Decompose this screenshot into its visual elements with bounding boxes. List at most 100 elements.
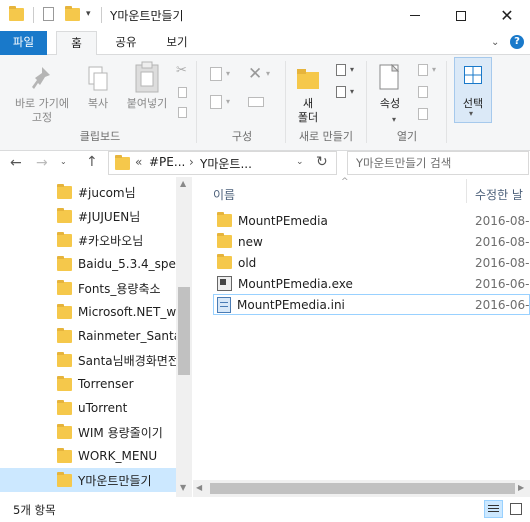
chevron-down-icon[interactable]: ⌄	[491, 37, 499, 48]
move-to-icon[interactable]	[210, 67, 222, 81]
chevron-down-icon[interactable]: ▾	[392, 115, 396, 124]
chevron-down-icon[interactable]: ▾	[266, 69, 270, 78]
file-date: 2016-08-0	[475, 255, 530, 270]
nav-item-label: Fonts_용량축소	[78, 281, 161, 296]
chevron-down-icon[interactable]: ▾	[350, 87, 354, 96]
tab-view[interactable]: 보기	[155, 31, 199, 55]
pin-button-label-2[interactable]: 고정	[2, 111, 82, 125]
nav-item[interactable]: WORK_MENU	[0, 444, 176, 468]
recent-locations-icon[interactable]: ⌄	[60, 157, 67, 166]
new-folder-label[interactable]: 새	[288, 97, 328, 111]
pin-button-label[interactable]: 바로 가기에	[2, 97, 82, 111]
properties-button-label[interactable]: 속성	[370, 97, 410, 111]
column-divider[interactable]	[466, 179, 467, 203]
copy-path-icon[interactable]	[178, 87, 187, 98]
address-bar[interactable]: « #PE... › Y마운트... ⌄ ↻	[108, 151, 337, 175]
tab-share[interactable]: 공유	[104, 31, 148, 55]
rename-icon[interactable]	[248, 97, 264, 107]
nav-item[interactable]: uTorrent	[0, 396, 176, 420]
open-icon[interactable]	[418, 64, 428, 76]
new-folder-quick-icon[interactable]	[65, 6, 80, 21]
copy-to-icon[interactable]	[210, 95, 222, 109]
delete-icon[interactable]: ✕	[248, 64, 262, 84]
nav-item[interactable]: Torrenser	[0, 372, 176, 396]
title-bar: ▾ Y마운트만들기 ✕	[0, 0, 530, 31]
search-input[interactable]: Y마운트만들기 검색	[347, 151, 529, 175]
up-icon[interactable]: ↑	[86, 154, 98, 170]
folder-icon	[217, 254, 232, 269]
nav-item-label: Baidu_5.3.4_speed	[78, 257, 176, 271]
file-row-selected[interactable]: MountPEmedia.ini 2016-06-0	[213, 294, 530, 315]
breadcrumb-separator-icon[interactable]: ›	[189, 155, 194, 169]
file-name: MountPEmedia.ini	[237, 297, 345, 312]
nav-item[interactable]: #카오바오님	[0, 228, 176, 252]
tab-home[interactable]: 홈	[56, 31, 97, 56]
folder-icon	[57, 279, 72, 295]
copy-icon	[87, 65, 109, 93]
chevron-down-icon[interactable]: ▾	[432, 65, 436, 74]
nav-item[interactable]: #jucom님	[0, 180, 176, 204]
nav-item[interactable]: Rainmeter_Santa_v	[0, 324, 176, 348]
edit-icon[interactable]	[418, 86, 428, 98]
scroll-right-icon[interactable]: ▶	[518, 483, 524, 492]
nav-item[interactable]: Baidu_5.3.4_speed	[0, 252, 176, 276]
breadcrumb-item[interactable]: #PE...	[149, 155, 185, 169]
nav-item-label: WORK_MENU	[78, 449, 158, 463]
back-icon[interactable]: ←	[10, 155, 22, 171]
paste-button-label[interactable]: 붙여넣기	[118, 97, 176, 111]
column-header-name[interactable]: 이름	[213, 186, 235, 203]
forward-icon[interactable]: →	[36, 155, 48, 171]
paste-shortcut-icon[interactable]	[178, 107, 187, 118]
clipboard-group-label: 클립보드	[79, 130, 121, 143]
scrollbar-thumb[interactable]	[178, 287, 190, 375]
file-row[interactable]: MountPEmedia 2016-08-0	[213, 210, 530, 231]
close-button[interactable]: ✕	[484, 0, 530, 31]
select-button[interactable]: 선택 ▾	[454, 57, 492, 123]
scroll-up-icon[interactable]: ▲	[180, 179, 186, 188]
column-header-date[interactable]: 수정한 날	[475, 186, 523, 203]
minimize-button[interactable]	[392, 0, 438, 31]
nav-item[interactable]: Santa님배경화면전	[0, 348, 176, 372]
scroll-left-icon[interactable]: ◀	[196, 483, 202, 492]
breadcrumb-overflow[interactable]: «	[135, 155, 142, 169]
scroll-down-icon[interactable]: ▼	[180, 483, 186, 492]
properties-icon	[378, 63, 400, 92]
nav-item[interactable]: Microsoft.NET_win	[0, 300, 176, 324]
file-date: 2016-06-0	[475, 297, 530, 312]
refresh-icon[interactable]: ↻	[316, 154, 328, 170]
chevron-down-icon[interactable]: ▾	[350, 65, 354, 74]
scrollbar-thumb[interactable]	[210, 483, 515, 494]
new-folder-label-2[interactable]: 폴더	[288, 111, 328, 125]
file-row[interactable]: old 2016-08-0	[213, 252, 530, 273]
history-icon[interactable]	[418, 108, 428, 120]
chevron-down-icon[interactable]: ⌄	[296, 157, 304, 167]
paste-icon	[134, 61, 160, 93]
chevron-down-icon[interactable]: ▾	[226, 97, 230, 106]
file-row[interactable]: MountPEmedia.exe 2016-06-0	[213, 273, 530, 294]
tab-file[interactable]: 파일	[0, 31, 47, 55]
properties-quick-icon[interactable]	[43, 7, 54, 21]
file-row[interactable]: new 2016-08-0	[213, 231, 530, 252]
breadcrumb-item[interactable]: Y마운트...	[200, 155, 252, 172]
nav-item-label: Microsoft.NET_win	[78, 305, 176, 319]
help-icon[interactable]: ?	[510, 35, 524, 49]
nav-item[interactable]: Fonts_용량축소	[0, 276, 176, 300]
folder-icon	[57, 183, 72, 199]
chevron-down-icon[interactable]: ▾	[226, 69, 230, 78]
nav-item[interactable]: #JUJUEN님	[0, 204, 176, 228]
new-item-icon[interactable]	[336, 64, 346, 76]
folder-icon	[57, 255, 72, 271]
large-icons-view-icon[interactable]	[507, 500, 526, 518]
nav-item-selected[interactable]: Y마운트만들기	[0, 468, 176, 492]
window-title: Y마운트만들기	[110, 9, 184, 23]
nav-scrollbar[interactable]: ▲ ▼	[176, 177, 192, 497]
nav-item[interactable]: WIM 용량줄이기	[0, 420, 176, 444]
content-hscrollbar[interactable]: ◀ ▶	[193, 480, 530, 497]
customize-toolbar-icon[interactable]: ▾	[86, 9, 91, 19]
cut-icon[interactable]: ✂	[176, 63, 187, 78]
maximize-button[interactable]	[438, 0, 484, 31]
easy-access-icon[interactable]	[336, 86, 346, 98]
copy-button-label[interactable]: 복사	[80, 97, 116, 111]
ribbon-separator	[446, 61, 447, 143]
details-view-icon[interactable]	[484, 500, 503, 518]
